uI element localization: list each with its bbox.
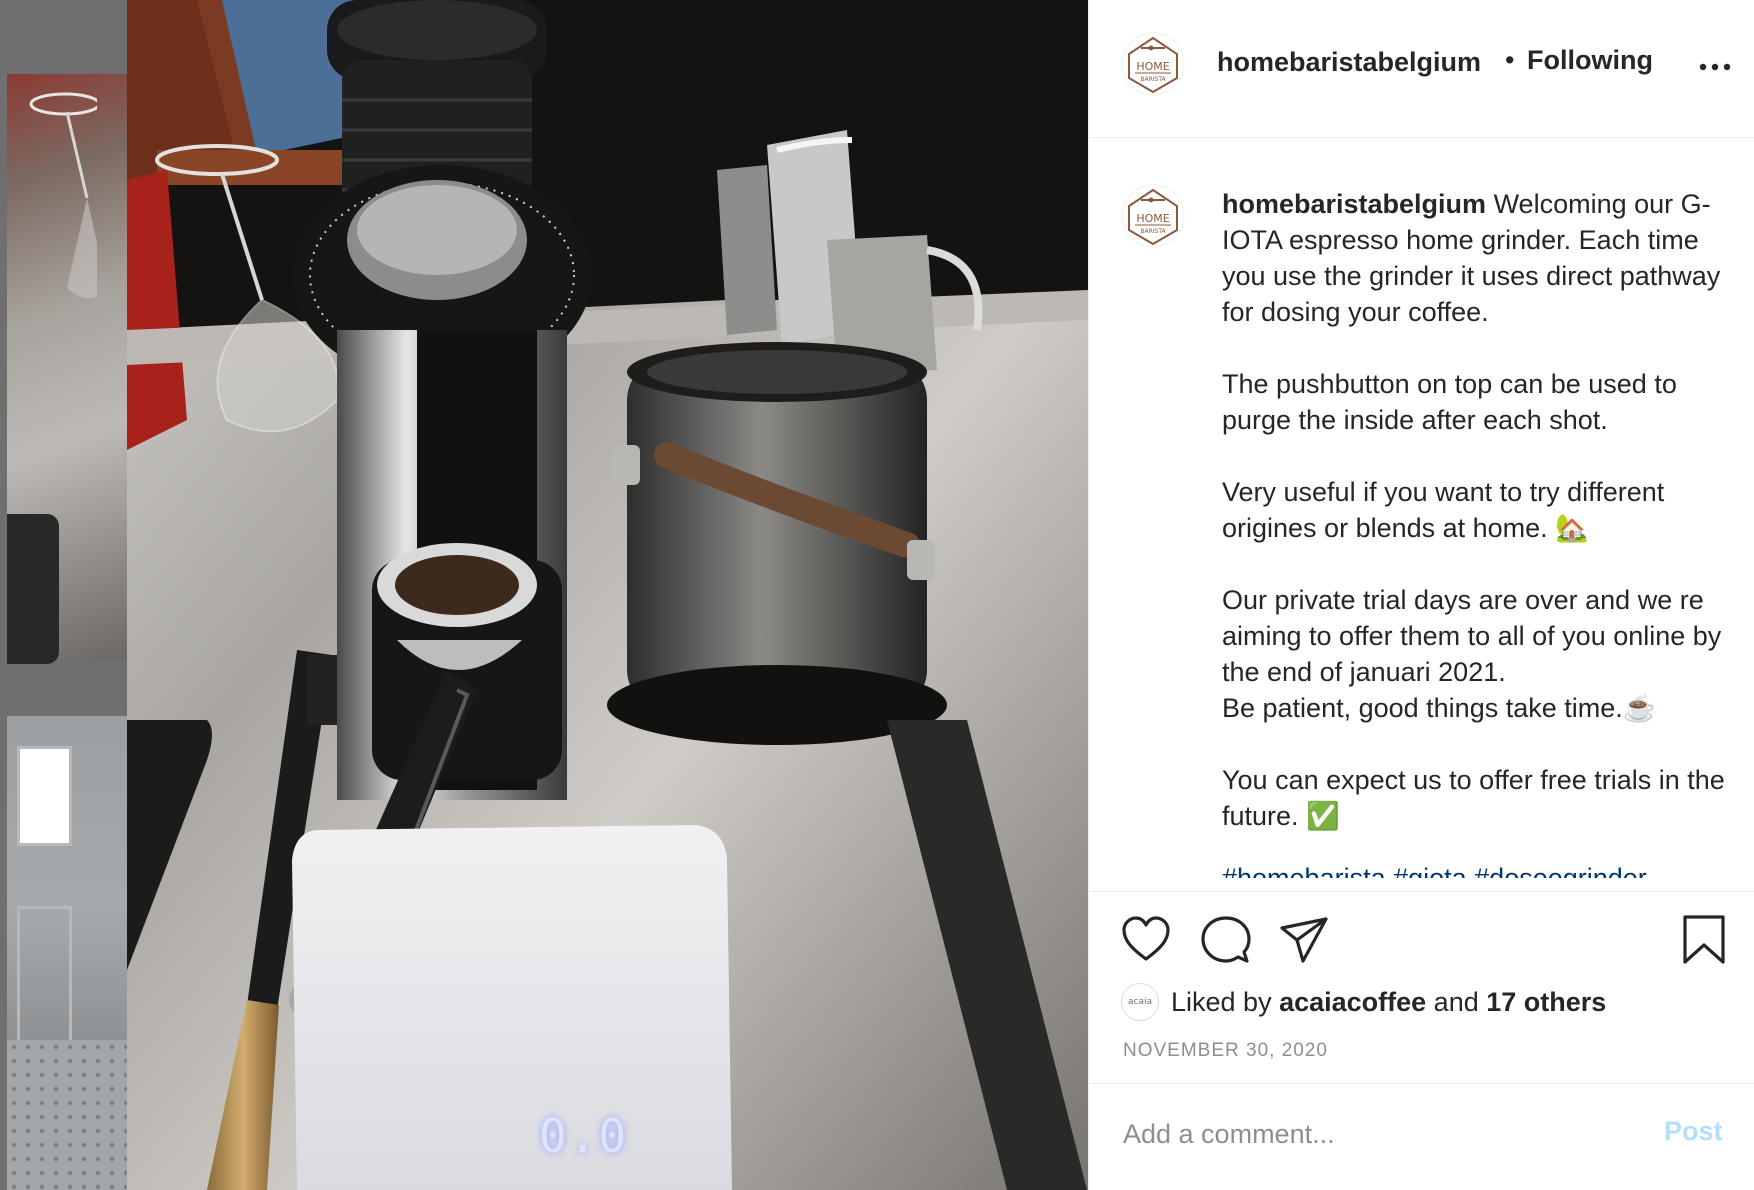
- grinder-base-shape: [7, 514, 59, 664]
- post-detail-panel: HOME BARISTA homebaristabelgium • Follow…: [1088, 0, 1754, 1190]
- scale-display: 0.0: [539, 1109, 629, 1163]
- header-username-link[interactable]: homebaristabelgium: [1217, 47, 1481, 78]
- post-comment-button[interactable]: Post: [1664, 1116, 1723, 1147]
- post-actions: acaia Liked by acaiacoffee and 17 others…: [1089, 891, 1754, 1190]
- previous-post-image: [7, 74, 127, 664]
- add-comment-section: Post: [1089, 1083, 1754, 1190]
- caption-hashtags[interactable]: #homebarista #giota #doseegrinder: [1222, 860, 1732, 878]
- liker-username-link[interactable]: acaiacoffee: [1279, 987, 1426, 1017]
- comment-button[interactable]: [1201, 916, 1251, 964]
- comment-input[interactable]: [1123, 1114, 1623, 1154]
- liker-avatar[interactable]: acaia: [1121, 983, 1159, 1021]
- bookmark-icon: [1683, 915, 1725, 964]
- following-button[interactable]: Following: [1527, 45, 1653, 76]
- svg-text:BARISTA: BARISTA: [1140, 76, 1166, 83]
- wine-glass-shape: [29, 92, 97, 298]
- caption-body: Welcoming our G-IOTA espresso home grind…: [1222, 189, 1725, 831]
- save-button[interactable]: [1681, 914, 1727, 966]
- post-date[interactable]: NOVEMBER 30, 2020: [1123, 1040, 1328, 1062]
- next-post-image: [7, 716, 127, 1190]
- caption-avatar[interactable]: HOME BARISTA: [1121, 184, 1185, 248]
- post-photo[interactable]: 0.0: [127, 0, 1088, 1190]
- others-likes-link[interactable]: 17 others: [1486, 987, 1606, 1017]
- svg-text:BARISTA: BARISTA: [1140, 228, 1166, 235]
- home-barista-logo-icon: HOME BARISTA: [1121, 32, 1185, 96]
- profile-avatar[interactable]: HOME BARISTA: [1121, 32, 1185, 96]
- svg-text:HOME: HOME: [1136, 212, 1169, 225]
- caption-username-link[interactable]: homebaristabelgium: [1222, 189, 1486, 219]
- post-header: HOME BARISTA homebaristabelgium • Follow…: [1089, 0, 1754, 138]
- feed-backdrop: [0, 0, 127, 1190]
- likes-summary: acaia Liked by acaiacoffee and 17 others: [1121, 982, 1606, 1022]
- caption-text: homebaristabelgium Welcoming our G-IOTA …: [1222, 186, 1732, 834]
- home-barista-logo-icon: HOME BARISTA: [1121, 184, 1185, 248]
- likes-prefix: Liked by: [1171, 986, 1280, 1017]
- paper-plane-icon: [1280, 917, 1328, 963]
- likes-conjunction: and: [1426, 986, 1487, 1017]
- wall-panel: [17, 746, 72, 846]
- heart-icon: [1122, 916, 1170, 961]
- separator-dot: •: [1505, 45, 1515, 75]
- more-horizontal-icon: [1699, 63, 1731, 71]
- svg-text:HOME: HOME: [1136, 60, 1169, 73]
- like-button[interactable]: [1121, 916, 1171, 962]
- more-options-button[interactable]: [1697, 56, 1733, 78]
- comment-icon: [1201, 916, 1251, 963]
- likes-text: Liked by acaiacoffee and 17 others: [1171, 987, 1606, 1018]
- share-button[interactable]: [1279, 916, 1329, 964]
- photo-illustration: [127, 0, 1088, 1190]
- wall-panel: [17, 906, 72, 1056]
- caption-scroll-area[interactable]: HOME BARISTA homebaristabelgium Welcomin…: [1089, 138, 1754, 891]
- floor-pattern: [7, 1040, 127, 1190]
